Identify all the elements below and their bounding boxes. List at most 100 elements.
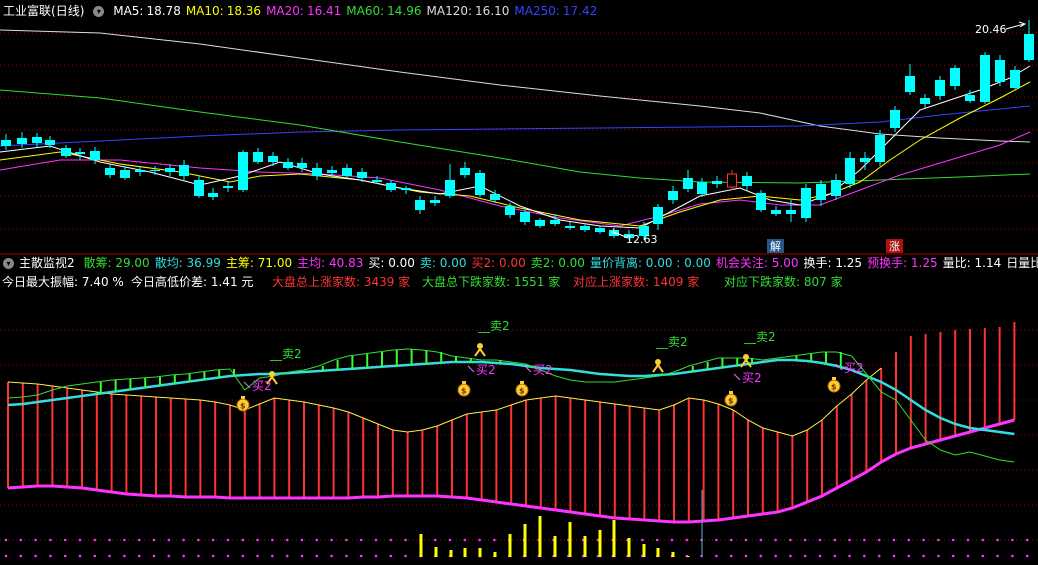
candle-body (786, 210, 796, 214)
candle-body (950, 68, 960, 86)
baseline-dot (937, 554, 940, 558)
baseline-dot (93, 538, 97, 542)
baseline-dot (285, 554, 289, 558)
baseline-dot (877, 538, 881, 542)
baseline-dot (937, 538, 940, 542)
candle-body (17, 138, 27, 144)
baseline-dot (759, 554, 763, 558)
baseline-dot (182, 538, 185, 542)
baseline-dot (907, 538, 911, 542)
baseline-dot (774, 554, 777, 558)
candle-body (327, 170, 337, 173)
candle-body (430, 200, 440, 203)
sell2-label-3: __卖2 (743, 330, 776, 344)
money-bag-icon: $ (236, 396, 250, 412)
baseline-dot (996, 538, 999, 542)
baseline-dot (892, 554, 896, 558)
baseline-dot (197, 554, 200, 558)
baseline-dot (330, 554, 333, 558)
indicator-item-0: 散筹: 29.00 (83, 256, 150, 270)
baseline-dot (966, 554, 970, 558)
baseline-dot (729, 538, 733, 542)
low-price-annotation: 12.63 (612, 227, 658, 246)
money-bag-symbol: $ (728, 397, 734, 406)
chart-period: (日线) (51, 4, 85, 18)
indicator-item-7: 卖2: 0.00 (530, 256, 585, 270)
indicator-item-2: 主筹: 71.00 (225, 256, 293, 270)
candle-16 (238, 150, 248, 192)
baseline-dot (256, 538, 259, 542)
baseline-dot (715, 538, 718, 542)
candle-body (223, 186, 233, 188)
indicator-item-1: 散均: 36.99 (154, 256, 221, 270)
baseline-dot (1011, 554, 1014, 558)
baseline-dot (833, 538, 837, 542)
indicator-toggle-icon[interactable]: ▾ (3, 258, 14, 269)
sell2-label-2: __卖2 (655, 335, 688, 349)
settings-toggle-icon[interactable]: ▾ (93, 6, 105, 17)
candle-body (816, 184, 826, 200)
candle-67 (995, 55, 1005, 86)
candle-body (965, 95, 975, 101)
baseline-dot (345, 554, 348, 558)
candle-57 (845, 152, 855, 188)
indicator-item-10: 换手: 1.25 (803, 256, 863, 270)
baseline-dot (19, 538, 23, 542)
candle-15 (223, 182, 233, 192)
high-price-label: 20.46 (975, 23, 1007, 36)
baseline-dot (996, 554, 999, 558)
candle-body (905, 76, 915, 92)
candle-body (845, 158, 855, 184)
candle-body (150, 170, 160, 171)
money-bag-symbol: $ (831, 383, 837, 392)
candle-body (756, 193, 766, 210)
baseline-dot (463, 538, 467, 542)
baseline-dot (641, 538, 644, 542)
candle-29 (430, 196, 440, 206)
candle-10 (150, 166, 160, 175)
buy2-label-4: 买2 (844, 361, 864, 375)
zhang-marker: 涨 (886, 239, 903, 253)
baseline-dot (211, 554, 215, 558)
baseline-dot (49, 554, 52, 558)
candle-4 (61, 145, 71, 158)
stat-item-1: 今日高低价差: 1.41 元 (131, 275, 254, 289)
indicator-item-3: 主均: 40.83 (297, 256, 364, 270)
stock-name: 工业富联 (3, 4, 52, 18)
candle-body (595, 228, 605, 232)
candle-31 (460, 162, 470, 178)
money-bag-neck (520, 381, 524, 384)
stat-item-5: 对应下跌家数: 807 家 (724, 275, 843, 289)
buy2-label-1: 买2 (476, 363, 496, 377)
candle-52 (771, 206, 781, 216)
baseline-dot (715, 554, 718, 558)
candle-69 (1024, 20, 1034, 62)
candle-45 (668, 186, 678, 204)
baseline-dot (167, 554, 171, 558)
candle-68 (1010, 66, 1020, 90)
candle-body (771, 210, 781, 214)
candle-body (90, 151, 100, 160)
ma-value-2: 16.41 (306, 4, 342, 18)
candle-62 (920, 94, 930, 108)
candle-58 (860, 152, 870, 170)
candle-body (208, 193, 218, 197)
ma-indicator-3: MA60: (346, 4, 385, 18)
candle-body (401, 188, 411, 190)
candle-28 (415, 196, 425, 214)
baseline-dot (922, 538, 925, 542)
candle-body (860, 158, 870, 162)
baseline-dot (789, 538, 792, 542)
baseline-dot (374, 554, 378, 558)
candle-body (831, 180, 841, 196)
candle-body (179, 165, 189, 176)
money-bag-icon: $ (724, 391, 738, 407)
baseline-dot (63, 554, 67, 558)
high-price-annotation: 20.46 (975, 21, 1027, 36)
baseline-dot (789, 554, 792, 558)
baseline-dot (300, 554, 304, 558)
money-bag-icon: $ (457, 381, 471, 397)
money-bag-neck (462, 381, 466, 384)
candle-body (312, 168, 322, 176)
money-bag-symbol: $ (461, 387, 467, 396)
